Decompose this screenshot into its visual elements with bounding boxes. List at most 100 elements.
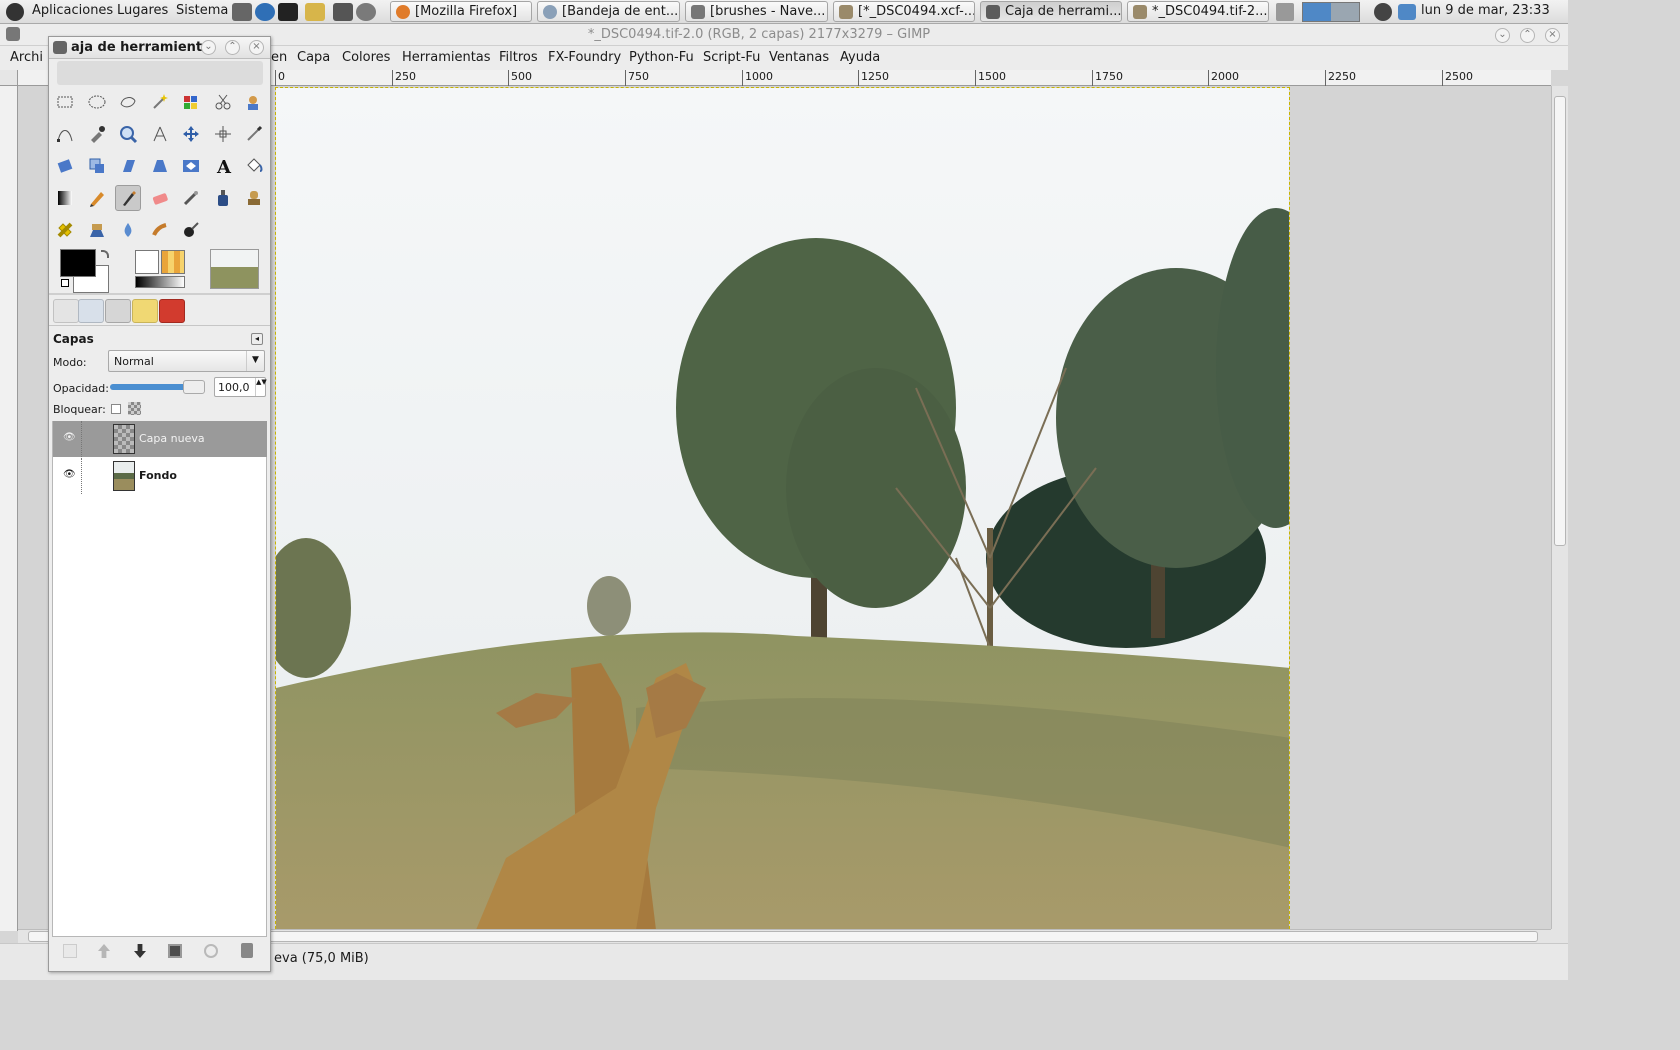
foreground-color-swatch[interactable] (60, 249, 96, 277)
rect-select-icon[interactable] (52, 89, 78, 115)
color-select-icon[interactable] (178, 89, 204, 115)
paths-icon[interactable] (52, 121, 78, 147)
system-menu[interactable]: Sistema (176, 3, 228, 18)
smudge-icon[interactable] (147, 217, 173, 243)
delete-layer-icon[interactable] (241, 943, 253, 958)
menu-herramientas[interactable]: Herramientas (402, 50, 491, 65)
color-picker-icon[interactable] (84, 121, 110, 147)
airbrush-icon[interactable] (178, 185, 204, 211)
navigate-icon[interactable] (1551, 929, 1568, 943)
crop-icon[interactable] (241, 121, 267, 147)
layers-list[interactable] (52, 421, 267, 937)
tool-options-tab-icon[interactable] (53, 299, 79, 323)
vertical-scrollbar[interactable] (1551, 86, 1568, 931)
menu-ayuda[interactable]: Ayuda (840, 50, 880, 65)
ellipse-select-icon[interactable] (84, 89, 110, 115)
menu-colores[interactable]: Colores (342, 50, 390, 65)
eraser-icon[interactable] (147, 185, 173, 211)
raise-layer-icon[interactable] (98, 944, 110, 958)
menu-filtros[interactable]: Filtros (499, 50, 538, 65)
dodge-burn-icon[interactable] (178, 217, 204, 243)
task-mail[interactable]: [Bandeja de ent... (537, 1, 680, 22)
scrollbar-thumb[interactable] (1554, 96, 1566, 546)
shear-icon[interactable] (115, 153, 141, 179)
new-layer-icon[interactable] (63, 944, 77, 958)
layer-row[interactable]: 👁 Capa nueva (53, 421, 267, 457)
ruler-vertical[interactable] (0, 86, 18, 931)
task-tif-image[interactable]: *_DSC0494.tif-2... (1127, 1, 1269, 22)
rotate-icon[interactable] (52, 153, 78, 179)
text-icon[interactable]: A (210, 153, 236, 179)
maximize-icon[interactable]: ⌃ (1520, 28, 1535, 43)
zoom-icon[interactable] (115, 121, 141, 147)
places-menu[interactable]: Lugares (117, 3, 168, 18)
browser-launcher-icon[interactable] (255, 3, 275, 21)
heal-icon[interactable] (52, 217, 78, 243)
pattern-preview[interactable] (161, 250, 185, 274)
trash-icon[interactable] (1276, 3, 1294, 21)
task-file-manager[interactable]: [brushes - Nave... (685, 1, 828, 22)
lower-layer-icon[interactable] (134, 944, 146, 958)
device-status-tab-icon[interactable] (78, 299, 104, 323)
minimize-icon[interactable]: ⌄ (201, 40, 216, 55)
task-firefox[interactable]: [Mozilla Firefox] (390, 1, 532, 22)
quick-mask-corner[interactable] (0, 70, 18, 86)
flip-icon[interactable] (178, 153, 204, 179)
menu-capa[interactable]: Capa (297, 50, 330, 65)
menu-ventanas[interactable]: Ventanas (769, 50, 829, 65)
move-icon[interactable] (178, 121, 204, 147)
brush-preview[interactable] (135, 250, 159, 274)
bucket-fill-icon[interactable] (241, 153, 267, 179)
eye-icon[interactable]: 👁 (63, 432, 76, 443)
channels-tab-icon[interactable] (159, 299, 185, 323)
anchor-layer-icon[interactable] (204, 944, 218, 958)
terminal-launcher-icon[interactable] (278, 3, 298, 21)
settings-launcher-icon[interactable] (356, 3, 376, 21)
duplicate-layer-icon[interactable] (168, 944, 182, 958)
clock[interactable]: lun 9 de mar, 23:33 (1421, 3, 1550, 18)
opacity-spinbutton[interactable]: 100,0 ▲▼ (214, 377, 267, 397)
menu-python-fu[interactable]: Python-Fu (629, 50, 694, 65)
scale-icon[interactable] (84, 153, 110, 179)
screenshot-launcher-icon[interactable] (333, 3, 353, 21)
minimize-icon[interactable]: ⌄ (1495, 28, 1510, 43)
free-select-icon[interactable] (115, 89, 141, 115)
task-toolbox[interactable]: Caja de herrami... (980, 1, 1122, 22)
menu-archivo[interactable]: Archi (10, 50, 43, 65)
gnome-foot-icon[interactable] (6, 3, 24, 21)
gradient-preview[interactable] (135, 276, 185, 288)
toolbox-titlebar[interactable]: aja de herramient ⌄ ⌃ × (49, 37, 270, 59)
opacity-slider-handle[interactable] (183, 380, 205, 394)
menu-imagen[interactable]: en (271, 50, 287, 65)
image-canvas[interactable] (275, 87, 1290, 929)
paintbrush-icon[interactable] (115, 185, 141, 211)
lock-pixels-checkbox[interactable] (111, 404, 121, 414)
eye-icon[interactable]: 👁 (63, 469, 76, 480)
perspective-clone-icon[interactable] (84, 217, 110, 243)
network-icon[interactable] (1374, 3, 1392, 21)
gimp-launcher-icon[interactable] (232, 3, 252, 21)
layer-row[interactable]: 👁 Fondo (53, 458, 267, 494)
ruler-horizontal[interactable]: 0 250 500 750 1000 1250 1500 1750 2000 2… (275, 70, 1551, 86)
layers-tab-icon[interactable] (105, 299, 131, 323)
blur-icon[interactable] (115, 217, 141, 243)
fuzzy-select-icon[interactable] (147, 89, 173, 115)
active-image-thumbnail[interactable] (210, 249, 259, 289)
panel-menu-icon[interactable]: ◂ (251, 333, 263, 345)
task-xcf-image[interactable]: [*_DSC0494.xcf-... (833, 1, 975, 22)
mode-dropdown[interactable]: Normal ▼ (108, 350, 265, 372)
menu-fx-foundry[interactable]: FX-Foundry (548, 50, 621, 65)
default-colors-icon[interactable] (61, 279, 69, 287)
blend-icon[interactable] (52, 185, 78, 211)
measure-icon[interactable] (147, 121, 173, 147)
clone-icon[interactable] (241, 185, 267, 211)
undo-history-tab-icon[interactable] (132, 299, 158, 323)
align-icon[interactable] (210, 121, 236, 147)
menu-script-fu[interactable]: Script-Fu (703, 50, 760, 65)
notes-launcher-icon[interactable] (305, 3, 325, 21)
wilber-drop-area[interactable] (57, 61, 263, 85)
ink-icon[interactable] (210, 185, 236, 211)
applications-menu[interactable]: Aplicaciones (32, 3, 113, 18)
lock-alpha-icon[interactable] (128, 402, 141, 415)
maximize-icon[interactable]: ⌃ (225, 40, 240, 55)
